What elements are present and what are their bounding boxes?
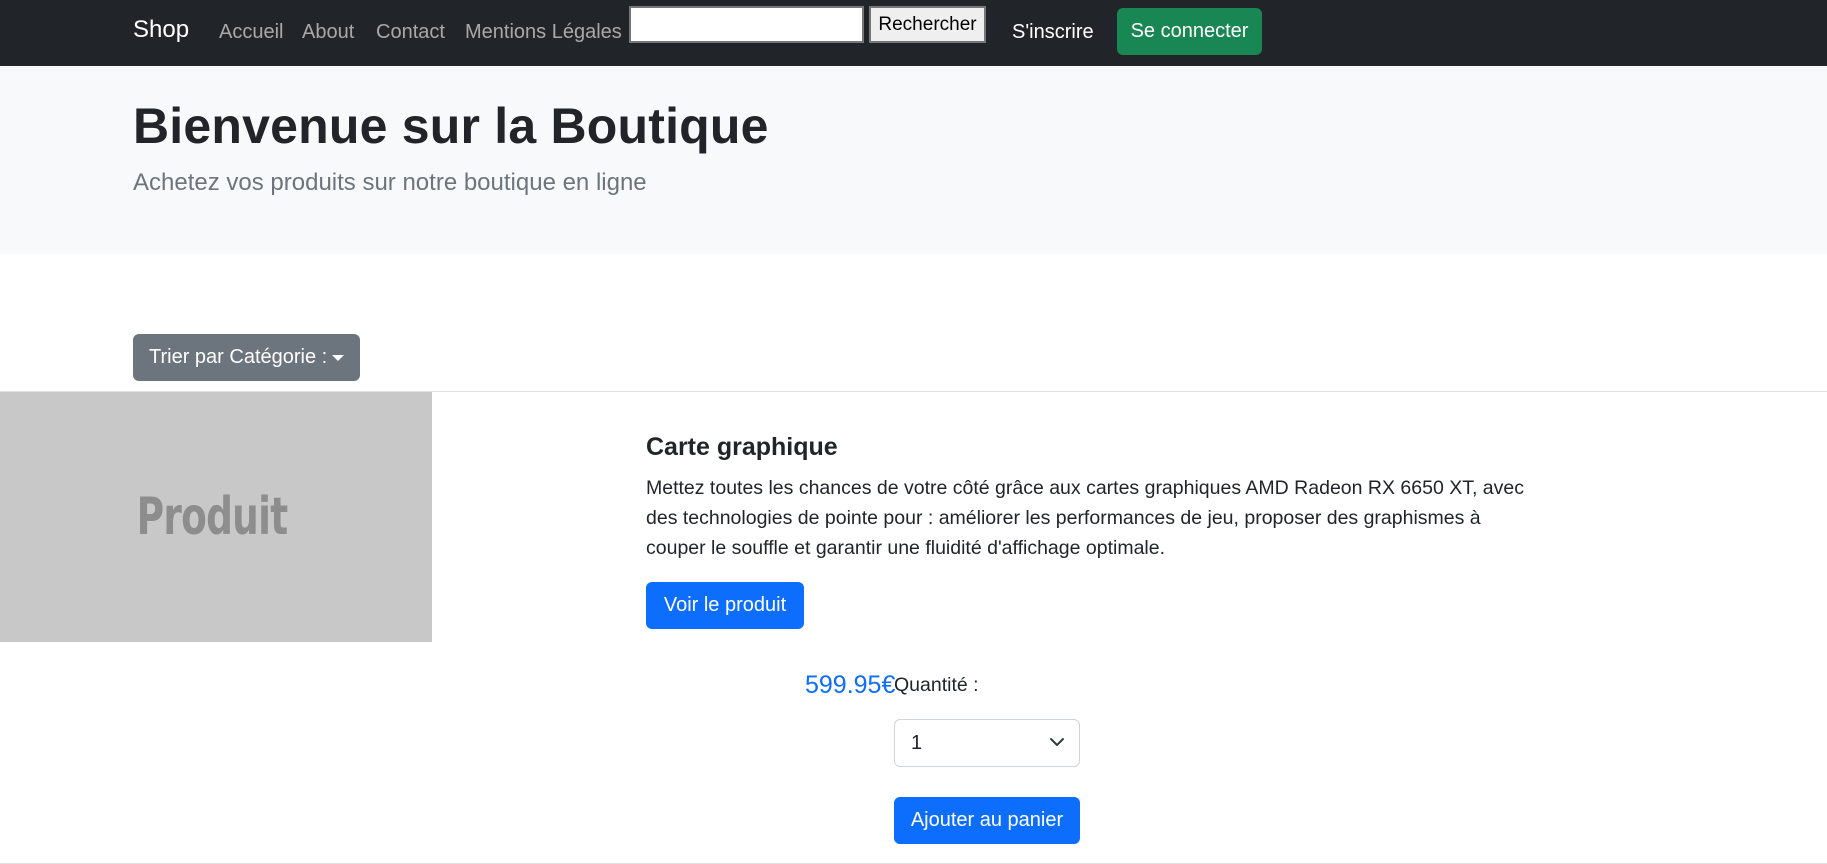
nav-link-about[interactable]: About [302, 21, 354, 44]
nav-link-mentions-legales[interactable]: Mentions Légales [465, 21, 622, 44]
page-subtitle: Achetez vos produits sur notre boutique … [133, 169, 647, 196]
page-title: Bienvenue sur la Boutique [133, 98, 769, 154]
product-title: Carte graphique [646, 433, 838, 461]
add-to-cart-button[interactable]: Ajouter au panier [894, 797, 1080, 844]
chevron-down-icon [1050, 738, 1064, 746]
product-image: Produit [0, 392, 432, 642]
quantity-label: Quantité : [894, 674, 979, 696]
sort-category-dropdown[interactable]: Trier par Catégorie : [133, 334, 360, 381]
brand-link[interactable]: Shop [133, 16, 189, 44]
product-price: 599.95€ [805, 671, 896, 699]
caret-down-icon [332, 355, 344, 361]
sort-category-label: Trier par Catégorie : [149, 346, 328, 368]
nav-link-accueil[interactable]: Accueil [219, 21, 283, 44]
quantity-select[interactable]: 1 [894, 719, 1080, 767]
signup-link[interactable]: S'inscrire [1012, 21, 1094, 44]
top-navbar: Shop Accueil About Contact Mentions Léga… [0, 0, 1827, 66]
quantity-select-value: 1 [911, 732, 923, 754]
product-description: Mettez toutes les chances de votre côté … [646, 477, 1524, 559]
search-input[interactable] [629, 6, 864, 43]
view-product-button[interactable]: Voir le produit [646, 582, 804, 629]
search-button[interactable]: Rechercher [869, 6, 986, 43]
hero-banner: Bienvenue sur la Boutique Achetez vos pr… [0, 66, 1827, 254]
nav-link-contact[interactable]: Contact [376, 21, 445, 44]
login-button[interactable]: Se connecter [1117, 8, 1262, 55]
product-image-placeholder-text: Produit [136, 487, 288, 547]
